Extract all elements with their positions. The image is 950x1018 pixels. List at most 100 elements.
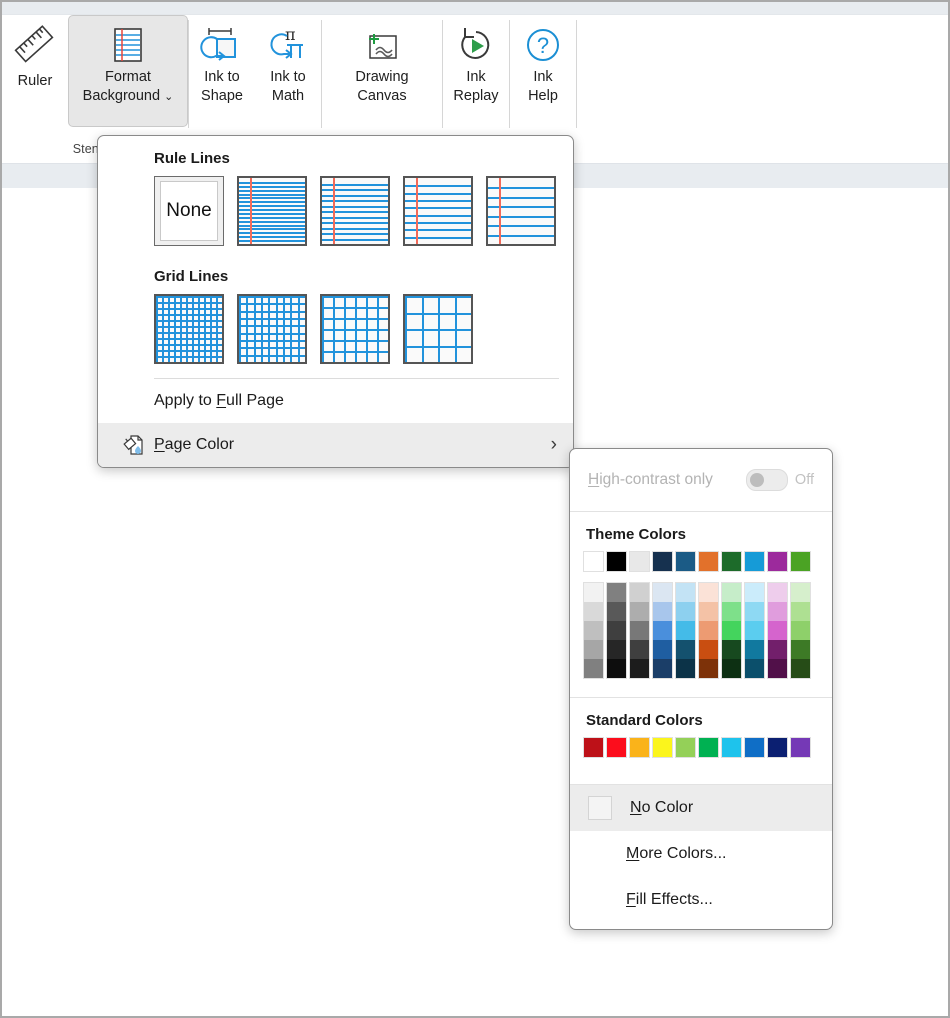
theme-color-variant-0-0[interactable] [584, 583, 603, 602]
theme-color-variant-2-1[interactable] [630, 602, 649, 621]
grid-lines-option-large-grid[interactable] [320, 294, 390, 364]
ribbon-button-ink-replay[interactable]: Ink Replay [443, 15, 509, 127]
theme-color-swatch-7[interactable] [744, 551, 765, 572]
standard-color-swatch-2[interactable] [629, 737, 650, 758]
theme-color-variant-2-0[interactable] [630, 583, 649, 602]
theme-color-variant-1-0[interactable] [607, 583, 626, 602]
theme-color-variant-7-4[interactable] [745, 659, 764, 678]
grid-lines-option-small-grid[interactable] [154, 294, 224, 364]
rule-line [239, 194, 305, 196]
ribbon-button-ruler[interactable]: Ruler [2, 15, 68, 127]
ribbon-button-label: Ruler [17, 73, 53, 89]
theme-color-swatch-0[interactable] [583, 551, 604, 572]
theme-color-variant-2-2[interactable] [630, 621, 649, 640]
ribbon-button-ink-to-shape[interactable]: Ink to Shape [189, 15, 255, 127]
theme-color-variant-3-2[interactable] [653, 621, 672, 640]
standard-color-swatch-6[interactable] [721, 737, 742, 758]
theme-color-variant-3-3[interactable] [653, 640, 672, 659]
theme-color-variant-9-3[interactable] [791, 640, 810, 659]
ribbon-button-ink-help[interactable]: ? Ink Help [510, 15, 576, 127]
standard-color-swatch-1[interactable] [606, 737, 627, 758]
menu-item-no-color[interactable]: No Color [570, 785, 832, 831]
theme-color-variant-3-0[interactable] [653, 583, 672, 602]
theme-color-variant-7-0[interactable] [745, 583, 764, 602]
theme-color-variant-1-2[interactable] [607, 621, 626, 640]
grid-line-horizontal [239, 311, 305, 313]
rule-lines-option-extra-wide-ruled[interactable] [486, 176, 556, 246]
theme-color-variant-1-4[interactable] [607, 659, 626, 678]
theme-color-variant-4-2[interactable] [676, 621, 695, 640]
theme-color-swatch-2[interactable] [629, 551, 650, 572]
theme-color-variant-5-0[interactable] [699, 583, 718, 602]
theme-color-variant-0-3[interactable] [584, 640, 603, 659]
rule-lines-option-narrow-ruled[interactable] [237, 176, 307, 246]
theme-color-variant-0-4[interactable] [584, 659, 603, 678]
theme-color-variant-1-1[interactable] [607, 602, 626, 621]
theme-color-variant-5-2[interactable] [699, 621, 718, 640]
theme-color-variant-5-3[interactable] [699, 640, 718, 659]
menu-item-apply-to-full-page[interactable]: Apply to Full Page [98, 379, 573, 423]
theme-color-variant-2-3[interactable] [630, 640, 649, 659]
standard-color-swatch-4[interactable] [675, 737, 696, 758]
standard-color-swatch-0[interactable] [583, 737, 604, 758]
high-contrast-toggle[interactable]: Off [745, 469, 814, 491]
theme-color-variant-7-3[interactable] [745, 640, 764, 659]
theme-color-variant-8-4[interactable] [768, 659, 787, 678]
menu-item-fill-effects[interactable]: Fill Effects... [570, 877, 832, 929]
theme-color-variant-3-1[interactable] [653, 602, 672, 621]
theme-color-variant-8-2[interactable] [768, 621, 787, 640]
theme-color-variant-6-2[interactable] [722, 621, 741, 640]
theme-color-variant-5-1[interactable] [699, 602, 718, 621]
theme-color-swatch-4[interactable] [675, 551, 696, 572]
high-contrast-row[interactable]: High-contrast only Off [570, 449, 832, 512]
theme-color-variant-5-4[interactable] [699, 659, 718, 678]
theme-color-variant-8-3[interactable] [768, 640, 787, 659]
menu-item-more-colors[interactable]: More Colors... [570, 831, 832, 877]
theme-color-variant-4-4[interactable] [676, 659, 695, 678]
theme-color-swatch-8[interactable] [767, 551, 788, 572]
ribbon-button-drawing-canvas[interactable]: Drawing Canvas [322, 15, 442, 127]
ribbon-button-ink-to-math[interactable]: π Ink to Math [255, 15, 321, 127]
theme-color-swatch-6[interactable] [721, 551, 742, 572]
margin-line [333, 178, 335, 244]
theme-color-variant-8-0[interactable] [768, 583, 787, 602]
theme-color-variant-8-1[interactable] [768, 602, 787, 621]
theme-color-variant-0-1[interactable] [584, 602, 603, 621]
rule-lines-option-college-ruled[interactable] [320, 176, 390, 246]
theme-color-swatch-1[interactable] [606, 551, 627, 572]
theme-color-variant-6-0[interactable] [722, 583, 741, 602]
theme-color-variant-6-3[interactable] [722, 640, 741, 659]
standard-color-swatch-7[interactable] [744, 737, 765, 758]
theme-color-variant-7-1[interactable] [745, 602, 764, 621]
theme-color-variant-9-0[interactable] [791, 583, 810, 602]
theme-color-variant-6-1[interactable] [722, 602, 741, 621]
rule-lines-option-none[interactable]: None [154, 176, 224, 246]
theme-color-variant-9-2[interactable] [791, 621, 810, 640]
theme-color-variant-6-4[interactable] [722, 659, 741, 678]
standard-color-swatch-5[interactable] [698, 737, 719, 758]
theme-color-variant-3-4[interactable] [653, 659, 672, 678]
theme-color-variant-7-2[interactable] [745, 621, 764, 640]
standard-color-swatch-8[interactable] [767, 737, 788, 758]
standard-color-swatch-3[interactable] [652, 737, 673, 758]
theme-color-variant-9-4[interactable] [791, 659, 810, 678]
theme-color-variant-0-2[interactable] [584, 621, 603, 640]
menu-item-page-color[interactable]: Page Color › [98, 423, 573, 467]
theme-color-variant-9-1[interactable] [791, 602, 810, 621]
theme-color-variant-4-1[interactable] [676, 602, 695, 621]
grid-line-horizontal [239, 355, 305, 357]
grid-lines-option-medium-grid[interactable] [237, 294, 307, 364]
theme-color-variant-2-4[interactable] [630, 659, 649, 678]
theme-color-variant-4-0[interactable] [676, 583, 695, 602]
theme-color-swatch-5[interactable] [698, 551, 719, 572]
theme-color-swatch-3[interactable] [652, 551, 673, 572]
ribbon-button-format-background[interactable]: Format Background ⌄ [68, 15, 188, 127]
grid-lines-option-very-large-grid[interactable] [403, 294, 473, 364]
chevron-down-icon[interactable]: ⌄ [164, 91, 173, 103]
rule-lines-option-wide-ruled[interactable] [403, 176, 473, 246]
standard-color-swatch-9[interactable] [790, 737, 811, 758]
theme-color-swatch-9[interactable] [790, 551, 811, 572]
theme-color-variant-4-3[interactable] [676, 640, 695, 659]
theme-color-variant-1-3[interactable] [607, 640, 626, 659]
grid-line-vertical [210, 296, 212, 362]
